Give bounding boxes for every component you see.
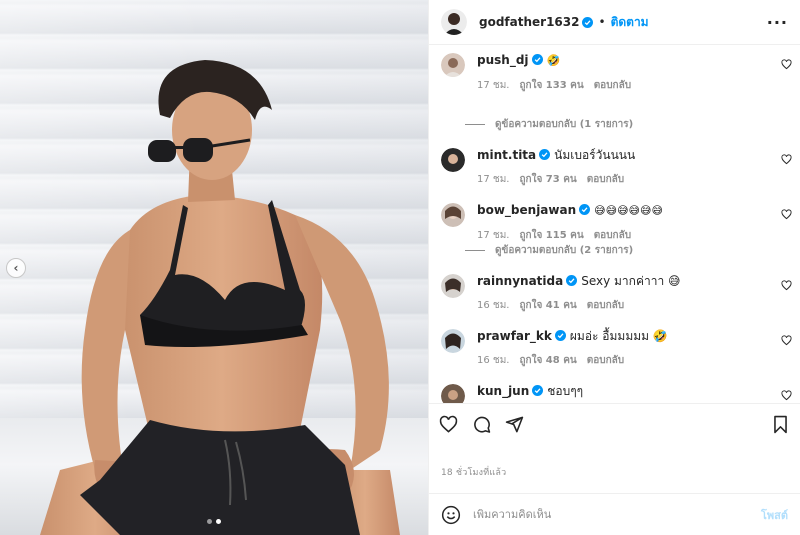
post-photo[interactable]: ‹ [0,0,428,535]
comment-item: mint.tita นัมเบอร์วันนนน 17 ชม. ถูกใจ 73 ค… [429,146,800,201]
emoji-icon[interactable] [441,505,461,525]
comment-text: ผมอ่ะ อื้มมมมม 🤣 [569,329,668,343]
comment-item: push_dj 🤣 17 ชม. ถูกใจ 133 คน ตอบกลับ [429,51,800,123]
comment-time[interactable]: 17 ชม. [477,78,509,93]
reply-button[interactable]: ตอบกลับ [587,298,624,313]
comment-likes[interactable]: ถูกใจ 73 คน [519,172,576,187]
comment-text: ชอบๆๆ [547,384,584,398]
comment-text: 😅😅😅😅😅😅 [594,204,663,217]
comment-username[interactable]: bow_benjawan [477,203,576,217]
commenter-avatar[interactable] [441,274,465,298]
commenter-avatar[interactable] [441,384,465,403]
more-options-icon[interactable]: ··· [767,13,788,32]
comment-username[interactable]: mint.tita [477,148,536,162]
verified-badge-icon [531,54,543,65]
comment-item: kun_jun ชอบๆๆ [429,382,800,403]
comment-text: นัมเบอร์วันนนน [554,148,636,162]
person-photo [40,60,400,535]
comment-time[interactable]: 17 ชม. [477,228,509,243]
commenter-avatar[interactable] [441,148,465,172]
reply-button[interactable]: ตอบกลับ [587,172,624,187]
verified-badge-icon [579,204,591,215]
slide-dot [207,519,212,524]
comment-time[interactable]: 16 ชม. [477,298,509,313]
commenter-avatar[interactable] [441,329,465,353]
comment-like-icon[interactable] [781,154,792,165]
instagram-post: ‹ godfather1632 • ติดตาม ··· push_dj 🤣 1… [0,0,800,535]
comment-likes[interactable]: ถูกใจ 41 คน [519,298,576,313]
comment-likes[interactable]: ถูกใจ 48 คน [519,353,576,368]
comment-likes[interactable]: ถูกใจ 115 คน [519,228,583,243]
slide-dot-active [216,519,221,524]
comment-likes[interactable]: ถูกใจ 133 คน [519,78,583,93]
share-icon[interactable] [505,415,524,434]
save-bookmark-icon[interactable] [771,415,790,434]
slide-indicator [207,519,221,524]
view-replies-label: ดูข้อความตอบกลับ (2 รายการ) [495,245,634,256]
header-separator: • [598,15,606,29]
post-header: godfather1632 • ติดตาม ··· [429,0,800,45]
comment-username[interactable]: kun_jun [477,384,529,398]
comment-like-icon[interactable] [781,59,792,70]
author-avatar[interactable] [441,9,467,35]
comment-time[interactable]: 17 ชม. [477,172,509,187]
replies-divider [465,124,485,125]
comment-like-icon[interactable] [781,209,792,220]
reply-button[interactable]: ตอบกลับ [594,78,631,93]
author-username[interactable]: godfather1632 [479,15,579,29]
comment-item: prawfar_kk ผมอ่ะ อื้มมมมม 🤣 16 ชม. ถูกใจ 4… [429,327,800,382]
reply-button[interactable]: ตอบกลับ [594,228,631,243]
commenter-avatar[interactable] [441,203,465,227]
comment-time[interactable]: 16 ชม. [477,353,509,368]
chevron-left-icon: ‹ [13,261,19,275]
add-comment-bar: โพสต์ [429,493,800,535]
verified-badge-icon [532,385,544,396]
verified-badge-icon [582,16,594,28]
like-icon[interactable] [439,415,458,434]
post-side-panel: godfather1632 • ติดตาม ··· push_dj 🤣 17 ช… [428,0,800,535]
comment-like-icon[interactable] [781,335,792,346]
comment-username[interactable]: prawfar_kk [477,329,552,343]
replies-divider [465,250,485,251]
comment-like-icon[interactable] [781,390,792,401]
post-timestamp[interactable]: 18 ชั่วโมงที่แล้ว [429,445,800,493]
comment-icon[interactable] [472,415,491,434]
comment-username[interactable]: rainnynatida [477,274,563,288]
view-replies-button[interactable]: ดูข้อความตอบกลับ (2 รายการ) [465,243,800,258]
verified-badge-icon [539,149,551,160]
comment-text: 🤣 [546,54,561,67]
comment-text: Sexy มากค่าาา 😅 [581,274,681,288]
previous-slide-button[interactable]: ‹ [6,258,26,278]
comment-item: rainnynatida Sexy มากค่าาา 😅 16 ชม. ถูกใจ … [429,272,800,327]
comment-username[interactable]: push_dj [477,53,529,67]
post-comment-button[interactable]: โพสต์ [761,506,788,524]
comment-item: bow_benjawan 😅😅😅😅😅😅 17 ชม. ถูกใจ 115 คน ตอบ… [429,201,800,245]
comment-input[interactable] [473,508,761,521]
follow-button[interactable]: ติดตาม [611,13,649,32]
commenter-avatar[interactable] [441,53,465,77]
comments-list: push_dj 🤣 17 ชม. ถูกใจ 133 คน ตอบกลับ ดูข้อ… [429,45,800,403]
comment-like-icon[interactable] [781,280,792,291]
verified-badge-icon [554,330,566,341]
reply-button[interactable]: ตอบกลับ [587,353,624,368]
post-actions-bar [429,403,800,445]
verified-badge-icon [566,275,578,286]
